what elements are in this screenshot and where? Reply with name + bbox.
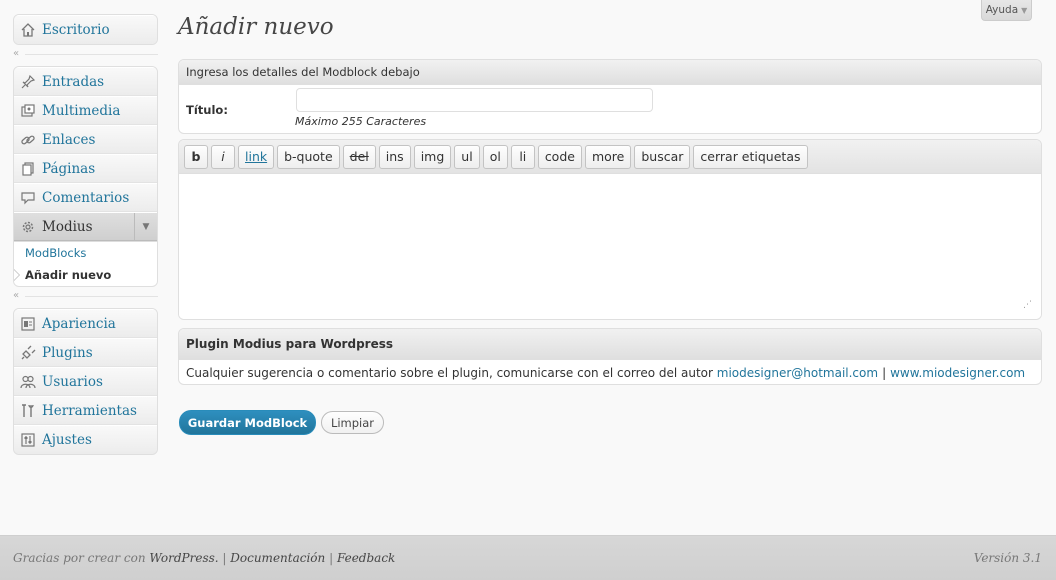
tools-icon — [19, 402, 37, 420]
help-label: Ayuda — [985, 4, 1019, 16]
menu-item-usuarios[interactable]: Usuarios — [14, 367, 157, 396]
qt-close-tags-button[interactable]: cerrar etiquetas — [693, 144, 808, 169]
feedback-link[interactable]: Feedback — [337, 551, 395, 565]
documentation-link[interactable]: Documentación — [230, 551, 325, 565]
resize-handle-icon[interactable]: ⋰ — [1023, 301, 1033, 311]
menu-group-settings: Apariencia Plugins Usuarios Herramientas… — [13, 308, 158, 455]
qt-more-button[interactable]: more — [584, 144, 632, 169]
qt-link-button[interactable]: link — [238, 144, 275, 169]
menu-item-comentarios[interactable]: Comentarios — [14, 183, 157, 212]
link-icon — [19, 131, 37, 149]
menu-item-label: Comentarios — [42, 189, 130, 206]
menu-item-paginas[interactable]: Páginas — [14, 154, 157, 183]
title-input[interactable] — [296, 88, 653, 112]
content-editor[interactable] — [179, 174, 1041, 319]
qt-bold-button[interactable]: b — [184, 144, 208, 169]
menu-item-entradas[interactable]: Entradas — [14, 67, 157, 96]
plugin-info-body: Cualquier sugerencia o comentario sobre … — [179, 360, 1041, 384]
link-separator: | — [882, 366, 887, 380]
plugin-info-header: Plugin Modius para Wordpress — [179, 329, 1041, 360]
title-hint: Máximo 255 Caracteres — [295, 115, 427, 128]
title-label: Título: — [186, 103, 228, 117]
menu-item-label: Entradas — [42, 73, 105, 90]
help-tab[interactable]: Ayuda ▼ — [981, 0, 1032, 21]
footer-left: Gracias por crear con WordPress. | Docum… — [13, 551, 395, 565]
gear-icon — [19, 218, 37, 236]
caret-down-icon: ▼ — [1021, 5, 1028, 15]
menu-item-label: Páginas — [42, 160, 96, 177]
menu-item-label: Usuarios — [42, 373, 103, 390]
submenu-item-anadir-nuevo[interactable]: Añadir nuevo — [14, 264, 157, 286]
submenu-toggle-icon[interactable]: ▼ — [134, 213, 157, 241]
footer: Gracias por crear con WordPress. | Docum… — [0, 535, 1056, 580]
menu-item-label: Ajustes — [42, 432, 92, 448]
menu-item-label: Escritorio — [42, 22, 110, 38]
qt-code-button[interactable]: code — [537, 144, 582, 169]
users-icon — [19, 373, 37, 391]
quicktags-toolbar: b i link b-quote del ins img ul ol li co… — [179, 140, 1041, 174]
plugin-info-text: Cualquier sugerencia o comentario sobre … — [186, 366, 717, 380]
plugin-icon — [19, 344, 37, 362]
plugin-info-box: Plugin Modius para Wordpress Cualquier s… — [178, 328, 1042, 385]
settings-icon — [19, 431, 37, 449]
qt-del-button[interactable]: del — [342, 144, 376, 169]
details-box: Ingresa los detalles del Modblock debajo… — [178, 59, 1042, 134]
menu-group-dashboard: Escritorio — [13, 14, 158, 45]
qt-ins-button[interactable]: ins — [378, 144, 411, 169]
menu-item-label: Modius — [42, 218, 93, 235]
menu-item-ajustes[interactable]: Ajustes — [14, 425, 157, 454]
collapse-icon[interactable]: « — [13, 291, 19, 301]
author-email-link[interactable]: miodesigner@hotmail.com — [717, 366, 878, 380]
appearance-icon — [19, 315, 37, 333]
qt-li-button[interactable]: li — [510, 144, 535, 169]
dashboard-icon — [19, 21, 37, 39]
menu-item-apariencia[interactable]: Apariencia — [14, 309, 157, 338]
qt-italic-button[interactable]: i — [211, 144, 235, 169]
menu-item-enlaces[interactable]: Enlaces — [14, 125, 157, 154]
qt-search-button[interactable]: buscar — [634, 144, 691, 169]
page-title: Añadir nuevo — [178, 14, 334, 40]
admin-sidebar: Escritorio « Entradas Multimedia Enlaces — [13, 14, 158, 455]
menu-item-multimedia[interactable]: Multimedia — [14, 96, 157, 125]
pin-icon — [19, 73, 37, 91]
qt-ol-button[interactable]: ol — [482, 144, 508, 169]
clear-button[interactable]: Limpiar — [321, 411, 384, 434]
menu-item-label: Apariencia — [42, 315, 116, 332]
menu-item-label: Plugins — [42, 344, 93, 361]
comment-icon — [19, 189, 37, 207]
save-modblock-button[interactable]: Guardar ModBlock — [179, 410, 316, 435]
menu-item-herramientas[interactable]: Herramientas — [14, 396, 157, 425]
menu-item-plugins[interactable]: Plugins — [14, 338, 157, 367]
menu-separator[interactable]: « — [13, 45, 158, 66]
media-icon — [19, 102, 37, 120]
menu-item-label: Multimedia — [42, 102, 121, 119]
version-text: Versión 3.1 — [973, 551, 1042, 565]
collapse-icon[interactable]: « — [13, 49, 19, 59]
author-website-link[interactable]: www.miodesigner.com — [890, 366, 1025, 380]
qt-img-button[interactable]: img — [413, 144, 452, 169]
footer-thanks: Gracias por crear con — [13, 551, 150, 565]
footer-sep: | — [218, 551, 231, 565]
details-header: Ingresa los detalles del Modblock debajo — [179, 60, 1041, 85]
qt-blockquote-button[interactable]: b-quote — [277, 144, 340, 169]
submenu-item-modblocks[interactable]: ModBlocks — [14, 242, 157, 264]
menu-item-modius[interactable]: Modius ▼ — [14, 212, 157, 241]
menu-item-escritorio[interactable]: Escritorio — [14, 15, 157, 44]
menu-group-content: Entradas Multimedia Enlaces Páginas Come… — [13, 66, 158, 287]
pages-icon — [19, 160, 37, 178]
menu-separator[interactable]: « — [13, 287, 158, 308]
menu-item-label: Herramientas — [42, 402, 137, 419]
qt-ul-button[interactable]: ul — [454, 144, 480, 169]
menu-item-label: Enlaces — [42, 131, 96, 148]
modius-submenu: ModBlocks Añadir nuevo — [14, 241, 157, 286]
editor-box: b i link b-quote del ins img ul ol li co… — [178, 139, 1042, 320]
wordpress-link[interactable]: WordPress. — [149, 551, 218, 565]
footer-sep: | — [325, 551, 337, 565]
